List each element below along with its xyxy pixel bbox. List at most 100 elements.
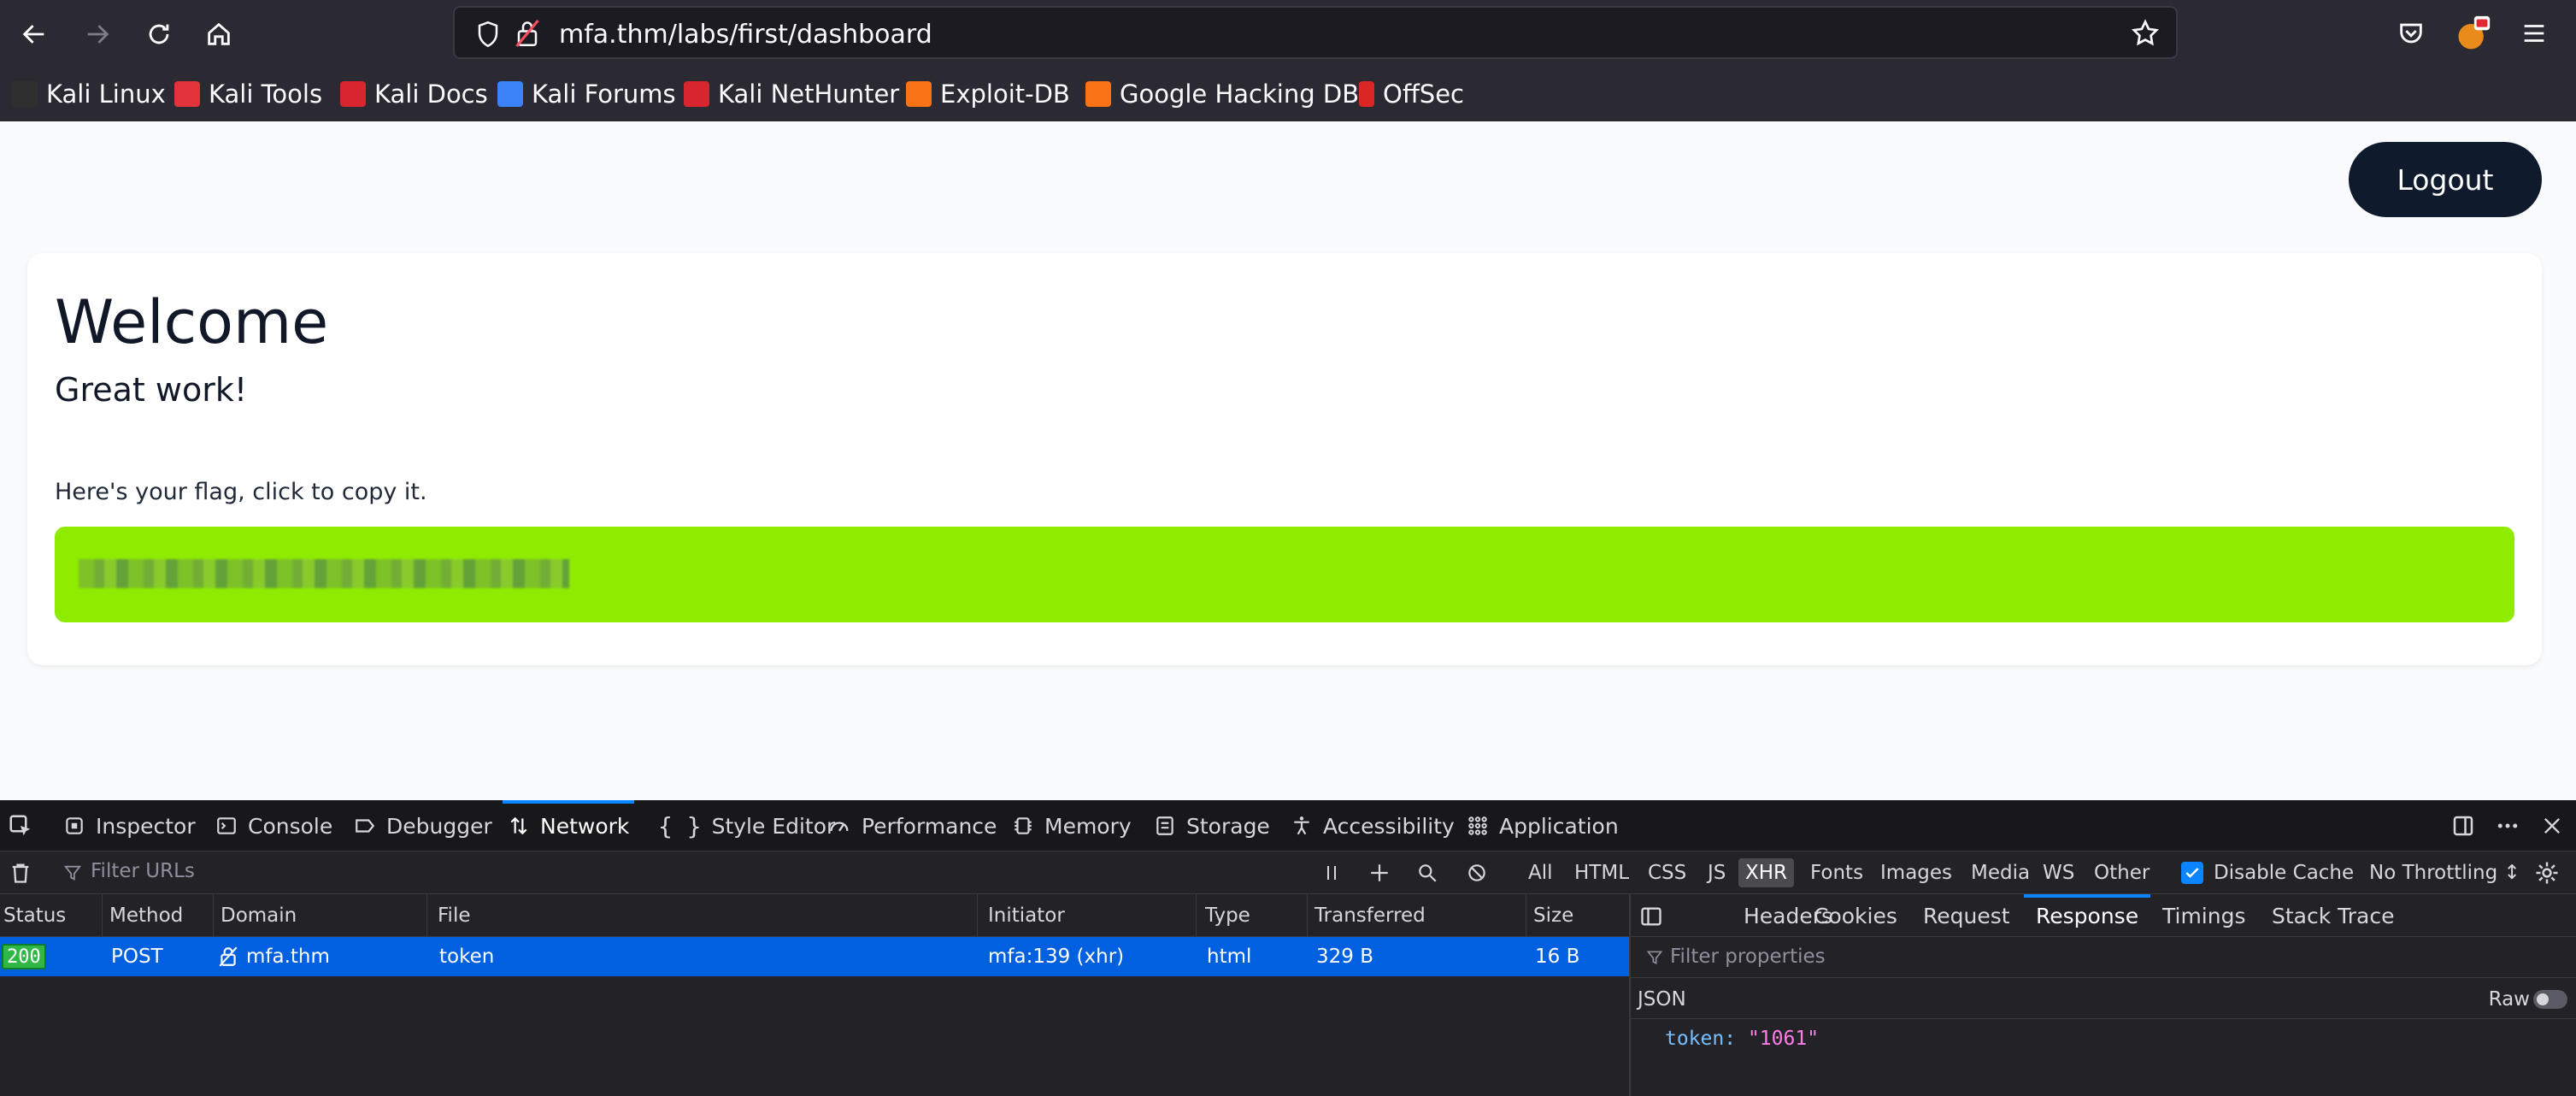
forward-button[interactable] <box>77 14 118 55</box>
filter-media[interactable]: Media <box>1964 858 2037 887</box>
row-domain: mfa.thm <box>217 937 330 976</box>
tab-storage[interactable]: Storage <box>1154 800 1270 851</box>
pick-element-icon <box>9 815 31 836</box>
tab-debugger[interactable]: Debugger <box>354 800 492 851</box>
request-details-tabs: Headers Cookies Request Response Timings… <box>1631 894 2576 937</box>
disable-cache-checkbox[interactable] <box>2181 862 2203 884</box>
menu-button[interactable] <box>2513 12 2555 55</box>
col-type[interactable]: Type <box>1202 894 1308 937</box>
hamburger-menu-icon <box>2524 25 2544 42</box>
disable-cache-label[interactable]: Disable Cache <box>2207 858 2361 887</box>
bookmark-label: Kali Linux <box>46 80 166 109</box>
tab-cookies[interactable]: Cookies <box>1814 894 1897 937</box>
pause-icon <box>1327 866 1336 880</box>
insecure-connection-icon <box>219 946 238 967</box>
row-initiator[interactable]: mfa:139 (xhr) <box>988 937 1124 976</box>
filter-urls-input[interactable]: Filter URLs <box>91 860 195 882</box>
search-button[interactable] <box>1412 857 1443 888</box>
tab-label: Console <box>248 813 333 839</box>
pocket-icon <box>2400 23 2422 44</box>
network-icon <box>508 815 530 837</box>
tab-label: Application <box>1499 813 1619 839</box>
response-key: token: <box>1665 1028 1737 1050</box>
filter-properties-input[interactable]: Filter properties <box>1670 946 1826 968</box>
tab-request[interactable]: Request <box>1923 894 2010 937</box>
tab-memory[interactable]: Memory <box>1012 800 1132 851</box>
filter-css[interactable]: CSS <box>1641 858 1693 887</box>
more-options-button[interactable] <box>2492 810 2523 841</box>
filter-xhr[interactable]: XHR <box>1738 858 1795 887</box>
tab-network[interactable]: Network <box>502 800 635 851</box>
bookmark-kali-nethunter[interactable]: Kali NetHunter <box>684 77 899 111</box>
col-size[interactable]: Size <box>1530 894 1629 937</box>
filter-images[interactable]: Images <box>1873 858 1959 887</box>
col-transferred[interactable]: Transferred <box>1311 894 1526 937</box>
row-file: token <box>439 946 495 968</box>
filter-all[interactable]: All <box>1521 858 1560 887</box>
pick-element-button[interactable] <box>5 810 36 841</box>
col-file[interactable]: File <box>434 894 978 937</box>
col-method[interactable]: Method <box>106 894 214 937</box>
exploit-db-icon <box>906 81 932 107</box>
clear-requests-button[interactable] <box>5 857 36 888</box>
star-icon[interactable] <box>2130 18 2161 49</box>
table-row[interactable]: 200 POST mfa.thm token mfa:139 (xhr) htm… <box>0 937 1629 976</box>
tab-label: Performance <box>862 813 997 839</box>
logout-button[interactable]: Logout <box>2349 142 2542 217</box>
tab-performance[interactable]: Performance <box>827 800 997 851</box>
block-requests-button[interactable] <box>1461 857 1492 888</box>
new-request-button[interactable] <box>1364 857 1395 888</box>
browser-toolbar: mfa.thm/labs/first/dashboard <box>0 0 2576 68</box>
tab-inspector[interactable]: Inspector <box>63 800 196 851</box>
network-settings-button[interactable] <box>2532 857 2562 888</box>
tab-stack-trace[interactable]: Stack Trace <box>2272 894 2394 937</box>
col-status[interactable]: Status <box>0 894 103 937</box>
bookmark-kali-forums[interactable]: Kali Forums <box>497 77 676 111</box>
dock-side-icon <box>2453 816 2473 836</box>
shield-icon[interactable] <box>475 20 501 49</box>
filter-js[interactable]: JS <box>1701 858 1732 887</box>
insecure-lock-icon[interactable] <box>515 18 540 49</box>
throttling-select[interactable]: No Throttling ↕ <box>2362 858 2527 887</box>
flag-prompt: Here's your flag, click to copy it. <box>55 479 427 505</box>
filter-other[interactable]: Other <box>2087 858 2156 887</box>
dock-side-button[interactable] <box>2448 810 2479 841</box>
bookmark-exploit-db[interactable]: Exploit-DB <box>906 77 1070 111</box>
tab-console[interactable]: Console <box>215 800 332 851</box>
toggle-sidebar-icon[interactable] <box>1639 904 1663 928</box>
col-initiator[interactable]: Initiator <box>985 894 1197 937</box>
home-button[interactable] <box>198 14 239 55</box>
row-transferred: 329 B <box>1316 946 1373 968</box>
filter-html[interactable]: HTML <box>1567 858 1636 887</box>
bookmark-offsec[interactable]: OffSec <box>1359 77 1464 111</box>
bookmark-kali-tools[interactable]: Kali Tools <box>174 77 322 111</box>
reload-button[interactable] <box>138 14 179 55</box>
raw-toggle[interactable] <box>2533 990 2567 1009</box>
pocket-button[interactable] <box>2390 12 2432 55</box>
close-devtools-button[interactable] <box>2537 810 2567 841</box>
tab-label: Memory <box>1044 813 1132 839</box>
json-label: JSON <box>1638 988 1686 1011</box>
bookmark-kali-linux[interactable]: Kali Linux <box>12 77 166 111</box>
tab-application[interactable]: Application <box>1467 800 1619 851</box>
flag-copy-button[interactable] <box>55 527 2514 622</box>
row-size: 16 B <box>1535 946 1580 968</box>
back-button[interactable] <box>14 14 55 55</box>
tab-label: Storage <box>1186 813 1270 839</box>
json-section-header[interactable]: JSON Raw <box>1631 978 2576 1019</box>
pause-button[interactable] <box>1316 857 1347 888</box>
tab-accessibility[interactable]: Accessibility <box>1291 800 1455 851</box>
col-domain[interactable]: Domain <box>217 894 427 937</box>
tab-timings[interactable]: Timings <box>2162 894 2246 937</box>
bookmark-kali-docs[interactable]: Kali Docs <box>340 77 488 111</box>
console-icon <box>215 815 238 837</box>
tab-response[interactable]: Response <box>2023 894 2151 937</box>
checkmark-icon <box>2185 868 2199 878</box>
filter-fonts[interactable]: Fonts <box>1803 858 1870 887</box>
bookmark-google-hacking-db[interactable]: Google Hacking DB <box>1085 77 1359 111</box>
tab-style-editor[interactable]: { } Style Editor <box>658 800 835 851</box>
filter-ws[interactable]: WS <box>2036 858 2081 887</box>
url-bar[interactable]: mfa.thm/labs/first/dashboard <box>453 6 2178 59</box>
kali-forums-icon <box>497 81 523 107</box>
extension-button[interactable] <box>2451 12 2494 55</box>
